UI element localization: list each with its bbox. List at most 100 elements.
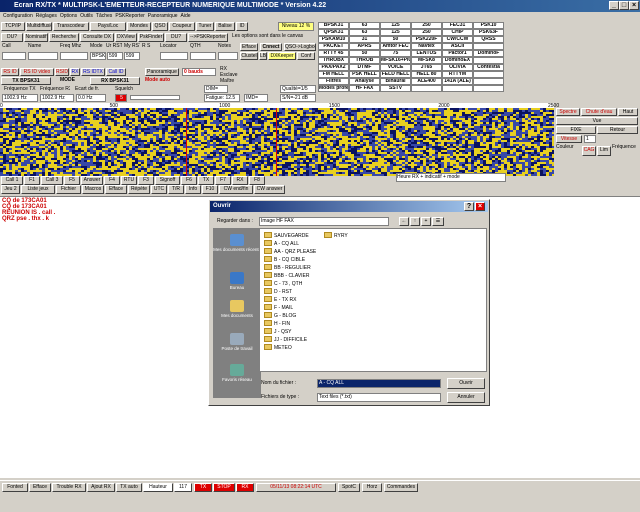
du2-button[interactable]: DU? <box>165 33 187 42</box>
macro-button[interactable]: CW answer <box>254 185 285 194</box>
mode-option[interactable]: 63 <box>349 29 380 36</box>
mode-option[interactable]: APRS <box>349 43 380 50</box>
folder-item[interactable]: JJ - DIFFICILE <box>264 336 307 344</box>
mode-option[interactable]: HELL 80 <box>411 71 442 78</box>
mode-option[interactable]: QPSK31 <box>318 29 349 36</box>
mode-option[interactable]: THROB <box>349 57 380 64</box>
filetype-select[interactable]: Text files (*.txt) <box>317 393 441 402</box>
folder-item[interactable]: D - RST <box>264 288 292 296</box>
mode-option[interactable]: Modes professionnels <box>318 85 349 92</box>
menu-item[interactable]: Options <box>60 13 77 19</box>
rx-marker[interactable] <box>186 108 187 176</box>
commands-button[interactable]: Commandes <box>384 483 418 492</box>
mode-option[interactable]: PSK10 <box>473 22 504 29</box>
mode-option[interactable]: PSKAM10 <box>318 36 349 43</box>
search-button[interactable]: Recherche <box>49 33 79 42</box>
macro-button[interactable]: Fichier <box>56 185 81 194</box>
macro-button[interactable]: TX <box>198 176 214 185</box>
mode-input[interactable]: BPSK <box>90 52 106 60</box>
nominatif-button[interactable]: Nominatif <box>24 33 48 42</box>
mode-option[interactable]: 125 <box>380 29 411 36</box>
horz-button[interactable]: Horz <box>362 483 382 492</box>
menu-item[interactable]: Aide <box>181 13 191 19</box>
mode-option[interactable]: 75 <box>380 50 411 57</box>
macro-button[interactable]: Call 3 <box>41 176 63 185</box>
my-docs-place[interactable]: Mes documents <box>213 300 261 318</box>
macro-button[interactable]: T/R <box>168 185 184 194</box>
macro-button[interactable]: F5 <box>64 176 80 185</box>
macro-button[interactable]: Efface <box>105 185 127 194</box>
mode-option[interactable] <box>473 78 504 85</box>
mode-option[interactable]: DominoEX <box>442 57 473 64</box>
clear-rx-button[interactable]: Efface <box>29 483 51 492</box>
mode-option[interactable]: HF FAX <box>349 85 380 92</box>
maximize-button[interactable]: □ <box>619 1 629 10</box>
spot-button[interactable]: SpotC <box>338 483 360 492</box>
rsid-button[interactable]: RSID <box>55 68 69 76</box>
menu-item[interactable]: Tâches <box>96 13 112 19</box>
lb-button[interactable]: LB <box>259 52 267 60</box>
folder-item[interactable]: B - CQ CIBLE <box>264 256 305 264</box>
folder-item[interactable]: BBB - CLAVIER <box>264 272 309 280</box>
macro-button[interactable]: F3 <box>138 176 154 185</box>
agc-button[interactable]: CAG <box>582 146 596 156</box>
top-button[interactable]: Haut <box>618 108 638 116</box>
folder-item[interactable]: C - 73 , QTH <box>264 280 302 288</box>
mode-option[interactable]: RTTY 45 <box>318 50 349 57</box>
folder-item[interactable]: RYRY <box>324 232 348 240</box>
macro-button[interactable]: F8 <box>249 176 265 185</box>
country-loc-button[interactable]: Pays/Loc <box>90 22 126 31</box>
return-button[interactable]: Retour <box>597 126 638 134</box>
tx-mode-button[interactable]: TX BPSK31 <box>1 77 51 85</box>
macro-button[interactable]: Jeu 2 <box>1 185 20 194</box>
mode-option[interactable]: 63 <box>349 22 380 29</box>
tuner-button[interactable]: Tuner <box>196 22 214 31</box>
qsl-logbook-button[interactable]: QSO->Logbook <box>284 43 316 51</box>
mode-option[interactable]: ASCII <box>442 43 473 50</box>
mode-option[interactable] <box>473 43 504 50</box>
macro-button[interactable]: Répète <box>128 185 150 194</box>
mode-option[interactable]: CW/CCW <box>442 36 473 43</box>
call-id-button[interactable]: RS ID <box>1 68 19 76</box>
folder-item[interactable]: A - CQ ALL <box>264 240 299 248</box>
connect-button[interactable]: Cnnect <box>260 43 282 51</box>
speed-button[interactable]: Vitesse <box>556 135 582 143</box>
rsid-video-button[interactable]: RS ID video <box>20 68 54 76</box>
folder-item[interactable]: H - FIN <box>264 320 290 328</box>
desktop-place[interactable]: Bureau <box>213 272 261 290</box>
consult-dx-button[interactable]: Consulte DX <box>80 33 114 42</box>
pskfinder-button[interactable]: PskFinder <box>138 33 164 42</box>
filename-input[interactable]: A - CQ ALL <box>317 379 441 388</box>
squelch-slider[interactable] <box>130 95 180 100</box>
dxview-button[interactable]: DXView <box>115 33 137 42</box>
mode-option[interactable]: Amtor FEC <box>380 43 411 50</box>
mode-option[interactable]: LENTUS <box>411 50 442 57</box>
freq-tx-input[interactable]: 1002.9 Hz <box>2 94 38 102</box>
id-button[interactable]: ID <box>236 22 248 31</box>
mode-option[interactable]: Filtres <box>318 78 349 85</box>
notes-input[interactable] <box>218 52 238 60</box>
macro-button[interactable]: F10 <box>202 185 218 194</box>
freq-gap-input[interactable]: 0.0 Hz <box>76 94 106 102</box>
macro-button[interactable]: Answer <box>81 176 103 185</box>
waterfall-display[interactable] <box>0 108 554 176</box>
mode-option[interactable]: FELD HELL <box>380 71 411 78</box>
radio-master[interactable]: Maître <box>220 78 250 85</box>
menu-item[interactable]: Configuration <box>3 13 33 19</box>
coupler-button[interactable]: Coupeur <box>169 22 195 31</box>
folder-item[interactable]: E - TX RX <box>264 296 296 304</box>
trouble-rx-button[interactable]: Trouble RX <box>52 483 86 492</box>
recent-docs-place[interactable]: Mes documents récents <box>213 234 261 252</box>
macro-button[interactable]: RTU <box>121 176 137 185</box>
mode-option[interactable] <box>411 85 442 92</box>
help-button[interactable]: ? <box>464 202 474 211</box>
panoramic-button[interactable]: Panoramique <box>145 68 179 76</box>
folder-item[interactable]: AA - QRZ PLEASE <box>264 248 316 256</box>
freq-input[interactable] <box>60 52 88 60</box>
multicast-button[interactable]: Multidiffusion <box>26 22 52 31</box>
close-button[interactable]: × <box>629 1 639 10</box>
mode-option[interactable]: 125 <box>380 22 411 29</box>
mode-option[interactable]: DTMF <box>349 64 380 71</box>
tcpip-button[interactable]: TCP/IP <box>1 22 25 31</box>
mode-option[interactable]: 141A (ALE) <box>442 78 473 85</box>
